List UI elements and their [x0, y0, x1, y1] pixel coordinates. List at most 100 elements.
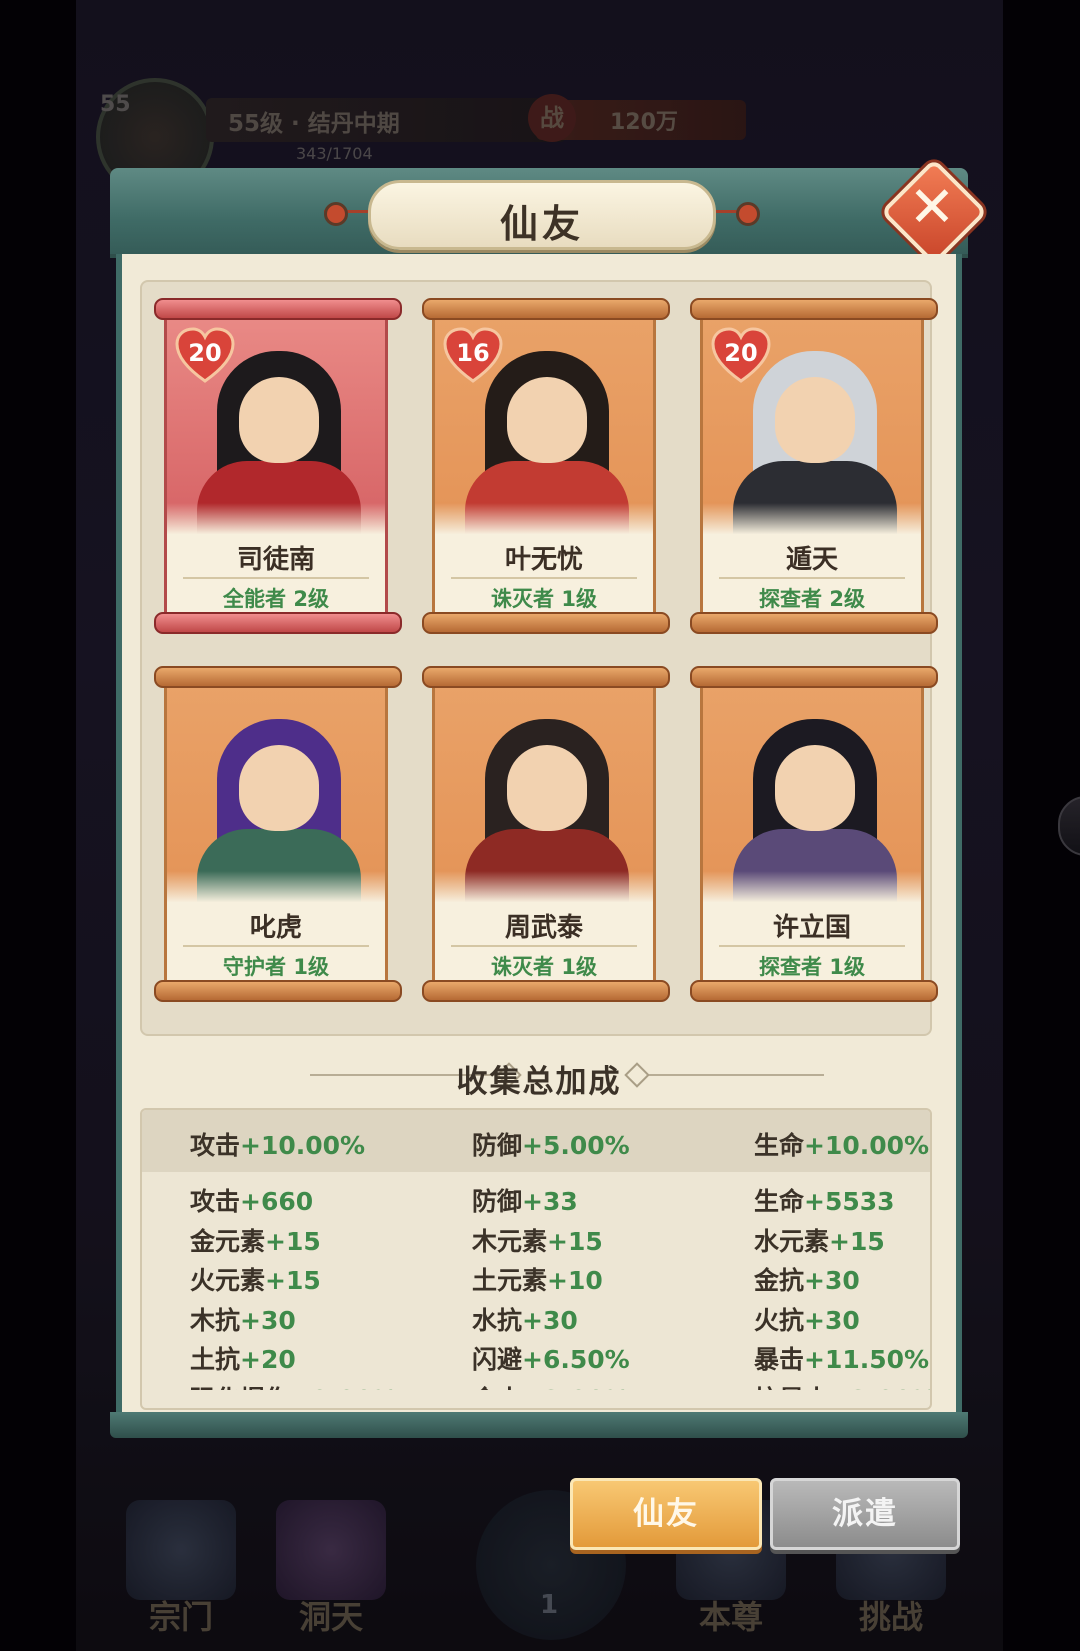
stat-item: 命中+3.00%: [472, 1380, 630, 1391]
stat-value: +0.00%: [290, 1385, 398, 1391]
stat-label: 水元素: [754, 1226, 830, 1256]
stat-label: 生命: [754, 1187, 805, 1216]
stat-item: 火抗+30: [754, 1301, 860, 1337]
portrait-face: [239, 745, 319, 831]
scroll-rod-top: [690, 666, 938, 688]
dialog-footer: [110, 1412, 968, 1438]
stat-value: +30: [804, 1266, 860, 1295]
stat-label: 火元素: [190, 1266, 266, 1295]
card-divider: [183, 945, 369, 947]
card-face: 叱虎 守护者 1级: [164, 680, 388, 986]
collection-bonus-panel[interactable]: 攻击+10.00% 防御+5.00% 生命+10.00% 攻击+660 防御+33…: [140, 1108, 932, 1410]
stat-item: 土抗+20: [190, 1340, 296, 1376]
card-divider: [183, 577, 369, 579]
card-divider: [719, 945, 905, 947]
portrait-face: [775, 377, 855, 463]
tab-immortal-friends[interactable]: 仙友: [570, 1478, 762, 1550]
portrait-face: [507, 377, 587, 463]
stat-item: 水元素+15: [754, 1222, 885, 1258]
stats-list[interactable]: 攻击+660 防御+33 生命+5533 金元素+15 木元素+15 水元素+15 火元素+…: [142, 1172, 930, 1390]
dialog-title: 仙友: [499, 202, 584, 246]
stat-value: +30: [240, 1305, 296, 1335]
scroll-rod-top: [154, 298, 402, 320]
stat-label: 强化爆伤: [190, 1385, 290, 1391]
stat-item: 木元素+15: [472, 1222, 603, 1258]
stat-value: +5533: [804, 1187, 895, 1216]
scroll-rod-bottom: [422, 980, 670, 1002]
card-divider: [451, 577, 637, 579]
card-name: 许立国: [772, 913, 851, 943]
stat-item: 抗暴击+3.00%: [754, 1380, 930, 1391]
stat-value: +15: [547, 1226, 603, 1256]
stat-value: +30: [522, 1305, 578, 1335]
portrait-face: [239, 377, 319, 463]
scroll-rod-bottom: [690, 612, 938, 634]
stat-item: 生命+5533: [754, 1182, 895, 1218]
stat-value: +3.00%: [522, 1385, 630, 1391]
friend-card[interactable]: 叱虎 守护者 1级: [154, 666, 402, 1002]
affinity-level: 16: [456, 339, 490, 367]
collection-bonus-title: 收集总加成: [456, 1064, 622, 1100]
stat-value: +15: [265, 1266, 321, 1295]
card-face: 许立国 探查者 1级: [700, 680, 924, 986]
card-role: 诛灭者 1级: [491, 955, 597, 979]
title-knob-right: [736, 202, 760, 226]
stat-value: +6.50%: [522, 1345, 630, 1374]
card-face: 16 叶无忧 诛灭者 1级: [432, 312, 656, 618]
close-icon[interactable]: ✕: [900, 176, 964, 240]
friend-card[interactable]: 许立国 探查者 1级: [690, 666, 938, 1002]
stat-item: 攻击+660: [190, 1182, 313, 1218]
card-role: 守护者 1级: [223, 955, 329, 979]
stat-label: 抗暴击: [754, 1385, 829, 1391]
tab-dispatch[interactable]: 派遣: [770, 1478, 960, 1550]
stat-item: 金元素+15: [190, 1222, 321, 1258]
card-role: 诛灭者 1级: [491, 587, 597, 611]
friend-card[interactable]: 16 叶无忧 诛灭者 1级: [422, 298, 670, 634]
stat-header-defense: 防御+5.00%: [472, 1131, 630, 1160]
stat-label: 命中: [472, 1385, 522, 1391]
stat-item: 强化爆伤+0.00%: [190, 1380, 398, 1391]
stat-label: 攻击: [190, 1187, 241, 1216]
stat-label: 闪避: [472, 1345, 523, 1374]
stat-value: +15: [265, 1226, 321, 1256]
stat-label: 水抗: [472, 1305, 523, 1335]
stat-value: +30: [804, 1305, 860, 1335]
scroll-rod-top: [422, 298, 670, 320]
card-divider: [451, 945, 637, 947]
stats-header-row: 攻击+10.00% 防御+5.00% 生命+10.00%: [142, 1110, 930, 1172]
stat-item: 土元素+10: [472, 1261, 603, 1297]
stat-label: 防御: [472, 1187, 523, 1216]
portrait-face: [507, 745, 587, 831]
portrait-face: [775, 745, 855, 831]
scroll-rod-top: [422, 666, 670, 688]
stat-item: 闪避+6.50%: [472, 1340, 630, 1376]
stat-item: 金抗+30: [754, 1261, 860, 1297]
scroll-rod-bottom: [154, 612, 402, 634]
stat-value: +660: [240, 1187, 314, 1216]
stat-label: 金抗: [754, 1266, 805, 1295]
stat-label: 金元素: [190, 1226, 266, 1256]
stat-label: 木元素: [472, 1226, 548, 1256]
card-name: 周武泰: [504, 913, 583, 943]
stat-header-hp: 生命+10.00%: [754, 1131, 930, 1160]
friend-card[interactable]: 20 遁天 探查者 2级: [690, 298, 938, 634]
card-name: 司徒南: [236, 545, 315, 575]
card-grid: 20 司徒南 全能者 2级 16 叶无忧 诛灭者 1级 20 遁天 探查者 2级叱虎 守护者 1级…: [140, 280, 938, 1036]
stat-value: +10: [547, 1266, 603, 1295]
stat-item: 防御+33: [472, 1182, 578, 1218]
stat-value: +3.00%: [829, 1385, 930, 1391]
stat-item: 火元素+15: [190, 1261, 321, 1297]
scroll-rod-bottom: [154, 980, 402, 1002]
stat-value: +20: [240, 1345, 296, 1374]
scroll-rod-top: [154, 666, 402, 688]
title-plate: 仙友: [368, 180, 716, 250]
card-face: 20 遁天 探查者 2级: [700, 312, 924, 618]
stat-label: 土元素: [472, 1266, 548, 1295]
friend-card[interactable]: 周武泰诛灭者 1级: [422, 666, 670, 1002]
stat-label: 火抗: [754, 1305, 805, 1335]
card-name: 遁天: [785, 545, 838, 575]
stat-value: +15: [829, 1226, 885, 1256]
stat-header-attack: 攻击+10.00%: [190, 1131, 366, 1160]
card-face: 20 司徒南 全能者 2级: [164, 312, 388, 618]
friend-card[interactable]: 20 司徒南 全能者 2级: [154, 298, 402, 634]
